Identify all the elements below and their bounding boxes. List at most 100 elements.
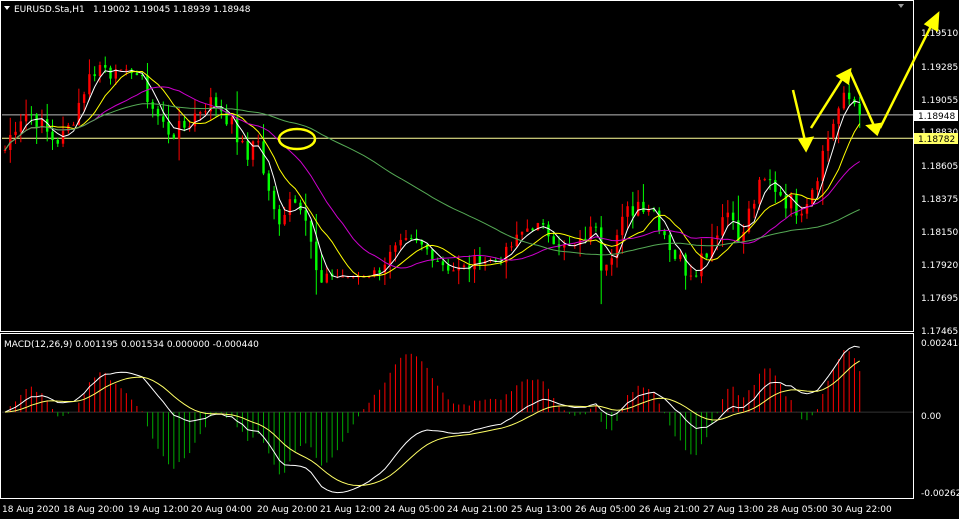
time-tick: 20 Aug 20:00 xyxy=(257,505,318,515)
candle-body xyxy=(668,235,671,251)
candle-body xyxy=(72,124,75,126)
candle-body xyxy=(257,141,260,143)
candle-body xyxy=(605,264,608,271)
candle-body xyxy=(636,201,640,216)
candle-body xyxy=(816,181,819,190)
candle-body xyxy=(663,231,666,236)
candle-body xyxy=(93,74,96,77)
symbol-title: EURUSD.Sta,H1 xyxy=(14,5,85,15)
candle-body xyxy=(452,270,455,272)
candle-body xyxy=(235,117,239,143)
time-axis: 18 Aug 2020 18 Aug 20:00 19 Aug 12:00 20… xyxy=(2,505,892,515)
candle-body xyxy=(800,213,803,216)
candle-body xyxy=(837,108,840,124)
candle-body xyxy=(24,114,28,122)
candle-body xyxy=(679,254,682,259)
candle-body xyxy=(779,191,782,196)
price-tick: 1.19055 xyxy=(921,96,958,106)
candle-body xyxy=(88,74,91,95)
candle-body xyxy=(436,260,439,262)
candle-body xyxy=(388,251,392,265)
candle-body xyxy=(315,241,318,271)
candle-body xyxy=(441,261,445,266)
candle-body xyxy=(56,140,59,144)
candle-body xyxy=(705,253,708,258)
candle-body xyxy=(151,102,154,109)
candle-body xyxy=(199,112,202,114)
candle-body xyxy=(404,238,408,240)
candle-body xyxy=(288,199,292,215)
candle-body xyxy=(241,140,244,143)
candle-body xyxy=(721,217,724,236)
time-tick: 24 Aug 05:00 xyxy=(384,505,445,515)
candle-body xyxy=(246,140,249,160)
candle-body xyxy=(531,228,534,231)
candle-body xyxy=(394,245,397,252)
candle-body xyxy=(541,223,545,225)
time-tick: 25 Aug 13:00 xyxy=(511,505,572,515)
candle-body xyxy=(446,265,450,271)
ohlc-readout: 1.19002 1.19045 1.18939 1.18948 xyxy=(93,5,251,15)
time-tick: 24 Aug 21:00 xyxy=(447,505,508,515)
candle-body xyxy=(753,203,756,209)
candle-body xyxy=(731,212,735,221)
candle-body xyxy=(251,141,255,160)
candle-body xyxy=(826,137,830,151)
candle-body xyxy=(610,258,613,265)
candle-body xyxy=(805,204,809,214)
candle-body xyxy=(293,199,297,203)
macd-label: MACD(12,26,9) 0.001195 0.001534 0.000000… xyxy=(4,340,259,350)
candle-body xyxy=(119,69,123,71)
time-tick: 30 Aug 22:00 xyxy=(831,505,892,515)
time-tick: 19 Aug 12:00 xyxy=(128,505,189,515)
candle-body xyxy=(673,250,677,259)
time-tick: 28 Aug 05:00 xyxy=(767,505,828,515)
candle-body xyxy=(19,121,23,132)
macd-tick: 0.00 xyxy=(921,412,941,422)
candle-body xyxy=(267,173,271,191)
candle-body xyxy=(763,179,766,181)
candle-body xyxy=(51,131,54,141)
macd-tick: -0.002628 xyxy=(921,489,959,499)
time-tick: 26 Aug 05:00 xyxy=(575,505,636,515)
candle-body xyxy=(594,226,598,228)
time-tick: 18 Aug 20:00 xyxy=(63,505,124,515)
candle-body xyxy=(774,180,777,192)
candle-body xyxy=(621,216,624,236)
candle-body xyxy=(167,121,170,135)
candle-body xyxy=(821,150,824,182)
candle-body xyxy=(125,69,128,71)
candle-body xyxy=(631,206,635,216)
price-tick: 1.19285 xyxy=(921,63,958,73)
candle-body xyxy=(82,94,86,103)
candle-body xyxy=(14,131,17,135)
candle-body xyxy=(320,270,323,283)
candle-body xyxy=(726,212,730,218)
candle-body xyxy=(278,209,281,225)
candle-body xyxy=(842,92,846,109)
candle-body xyxy=(98,65,102,77)
candle-body xyxy=(193,113,197,127)
candle-body xyxy=(135,73,139,76)
macd-tick: 0.002418 xyxy=(921,339,959,349)
time-tick: 18 Aug 2020 xyxy=(2,505,60,515)
candle-body xyxy=(847,92,851,100)
candle-body xyxy=(230,117,234,125)
candle-body xyxy=(510,246,513,248)
candle-body xyxy=(46,119,49,132)
candle-body xyxy=(399,239,402,246)
candle-body xyxy=(162,116,165,122)
candle-body xyxy=(520,231,524,235)
candle-body xyxy=(35,114,38,128)
candle-body xyxy=(462,265,466,268)
candle-body xyxy=(515,234,518,247)
time-tick: 26 Aug 21:00 xyxy=(639,505,700,515)
candle-body xyxy=(689,275,693,277)
candle-body xyxy=(61,130,65,144)
candle-body xyxy=(214,97,218,107)
candle-body xyxy=(109,67,112,79)
candle-body xyxy=(626,206,629,217)
candle-body xyxy=(858,103,861,115)
candle-body xyxy=(478,255,482,264)
price-tick: 1.18605 xyxy=(921,162,958,172)
